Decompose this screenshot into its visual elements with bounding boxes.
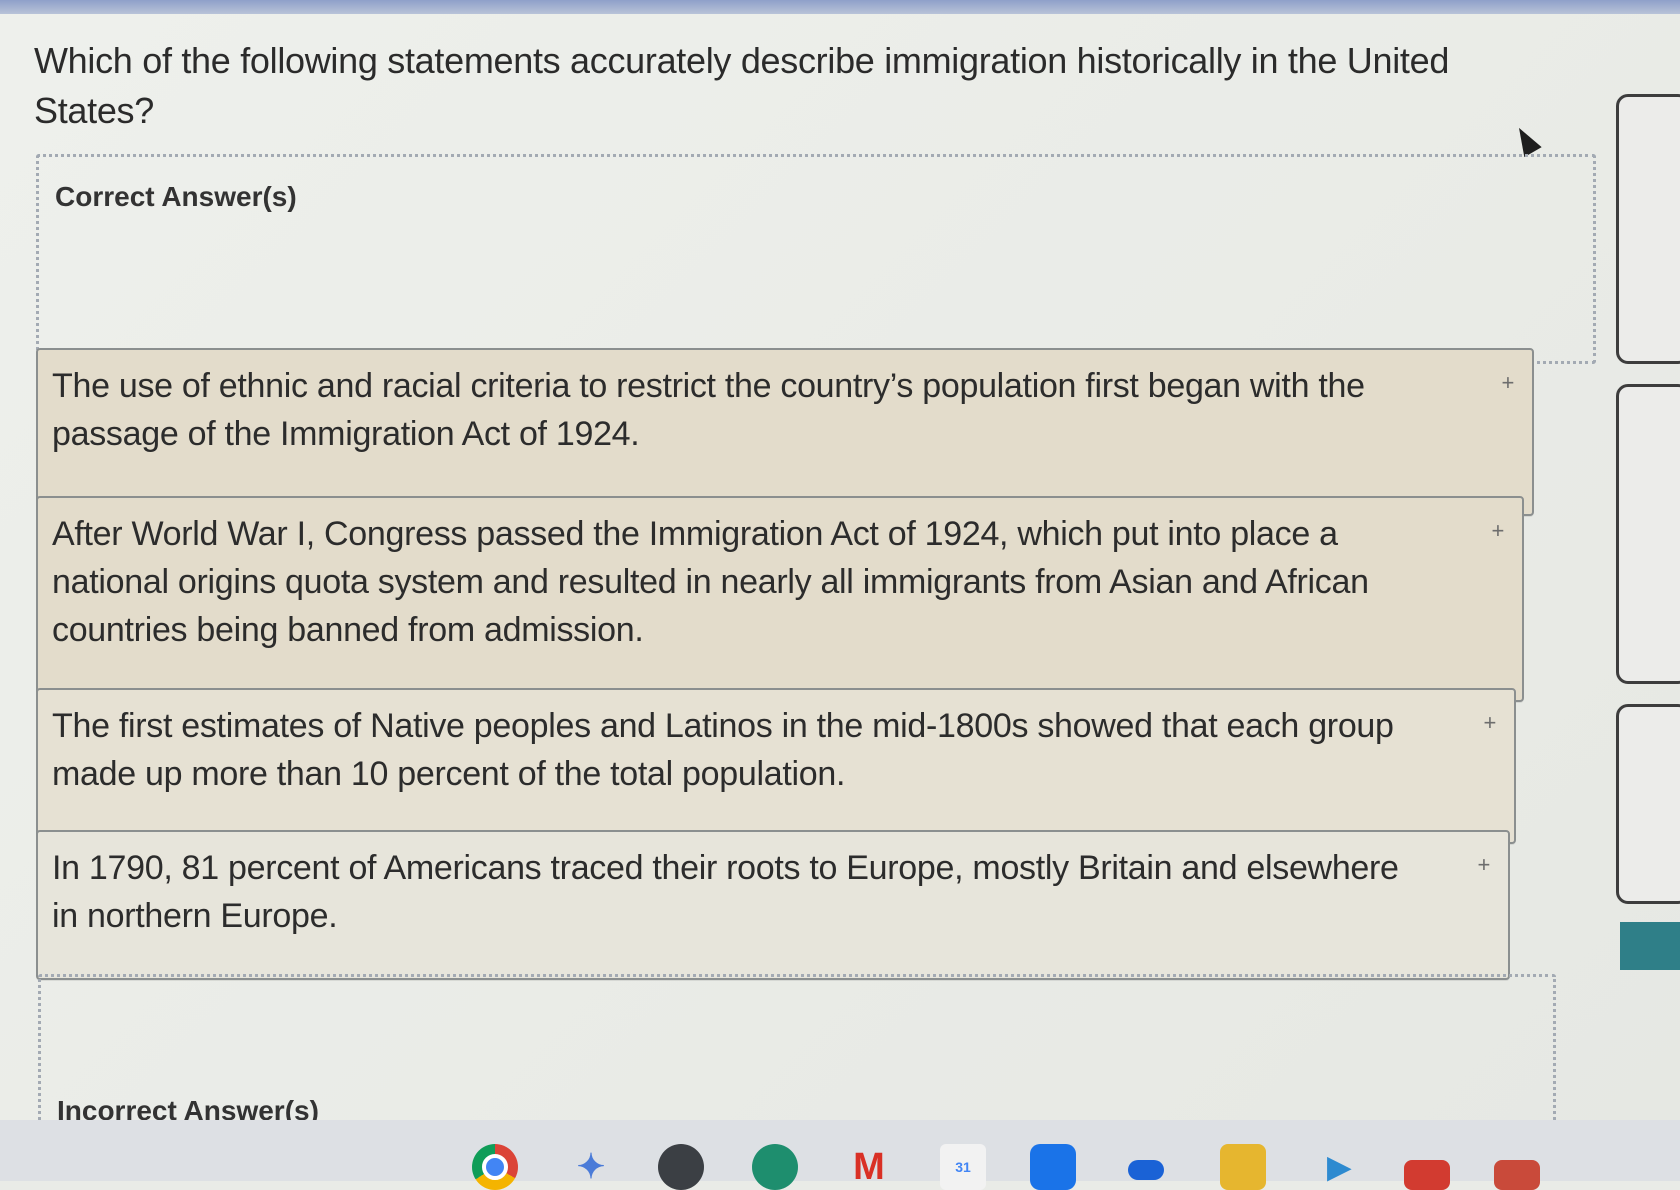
answer-card-4[interactable]: In 1790, 81 percent of Americans traced … [36, 830, 1510, 980]
chrome-icon[interactable] [472, 1144, 518, 1190]
dot-icon[interactable] [1128, 1160, 1164, 1180]
teal-action-button[interactable] [1620, 922, 1680, 970]
sheet-icon[interactable] [1494, 1160, 1540, 1190]
gmail-icon[interactable]: M [846, 1144, 892, 1190]
answer-card-3[interactable]: The first estimates of Native peoples an… [36, 688, 1516, 844]
answer-text: After World War I, Congress passed the I… [52, 515, 1369, 649]
side-panel-card[interactable] [1616, 384, 1680, 684]
correct-answers-label: Correct Answer(s) [55, 181, 297, 212]
drag-handle-icon[interactable]: + [1501, 372, 1514, 394]
calendar-icon[interactable]: 31 [940, 1144, 986, 1190]
apps-icon[interactable] [752, 1144, 798, 1190]
question-text: Which of the following statements accura… [34, 40, 1450, 131]
drag-handle-icon[interactable]: + [1483, 712, 1496, 734]
arc-icon[interactable] [658, 1144, 704, 1190]
side-panel-card[interactable] [1616, 94, 1680, 364]
red-app-icon[interactable] [1404, 1160, 1450, 1190]
quiz-page: Which of the following statements accura… [0, 14, 1680, 1174]
answer-card-1[interactable]: The use of ethnic and racial criteria to… [36, 348, 1534, 516]
yellow-app-icon[interactable] [1220, 1144, 1266, 1190]
answer-text: The use of ethnic and racial criteria to… [52, 367, 1365, 453]
taskbar: ✦ M 31 ▶ [0, 1120, 1680, 1190]
browser-top-bar [0, 0, 1680, 14]
answer-text: The first estimates of Native peoples an… [52, 707, 1394, 793]
side-panel-card[interactable] [1616, 704, 1680, 904]
drag-handle-icon[interactable]: + [1491, 520, 1504, 542]
gemini-icon[interactable]: ✦ [568, 1144, 614, 1190]
right-side-panel [1610, 84, 1680, 984]
mouse-cursor-icon [1510, 122, 1542, 158]
correct-answers-dropzone[interactable]: Correct Answer(s) [36, 154, 1596, 364]
play-icon[interactable]: ▶ [1316, 1144, 1362, 1190]
answer-text: In 1790, 81 percent of Americans traced … [52, 849, 1399, 935]
files-icon[interactable] [1030, 1144, 1076, 1190]
drag-handle-icon[interactable]: + [1477, 854, 1490, 876]
answer-card-2[interactable]: After World War I, Congress passed the I… [36, 496, 1524, 702]
